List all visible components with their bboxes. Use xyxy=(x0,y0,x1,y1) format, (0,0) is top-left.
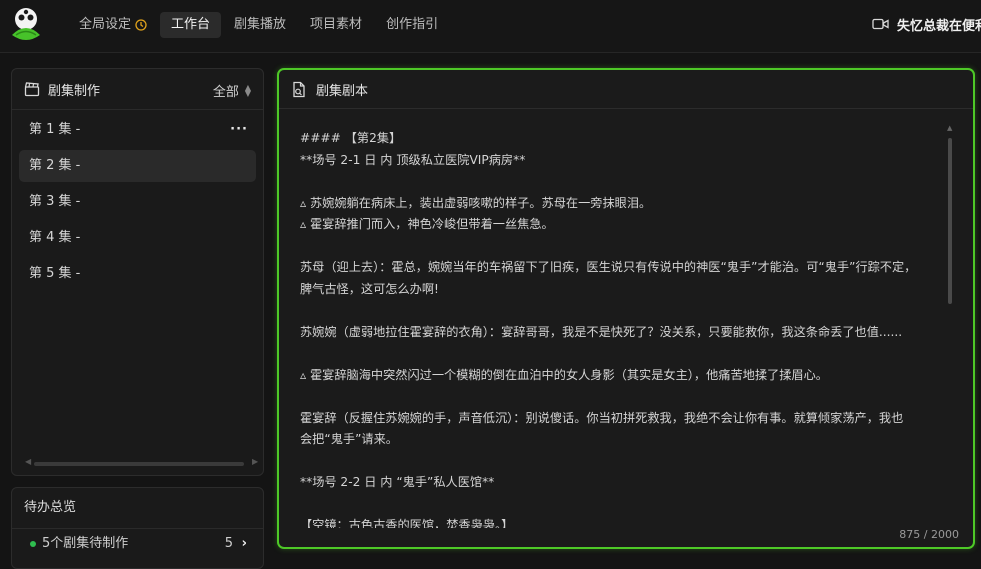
script-line xyxy=(300,171,936,193)
episode-label: 第 5 集 - xyxy=(29,266,81,281)
script-line: 苏婉婉（虚弱地拉住霍宴辞的衣角）：宴辞哥哥，我是不是快死了？没关系，只要能救你，… xyxy=(300,324,903,339)
project-title-text: 失忆总裁在便利 xyxy=(897,18,981,34)
nav-label: 创作指引 xyxy=(386,17,439,32)
script-line xyxy=(300,494,936,516)
todo-panel-title: 待办总览 xyxy=(12,488,263,529)
status-dot-icon xyxy=(30,540,36,547)
script-line: 苏母（迎上去）：霍总，婉婉当年的车祸留下了旧疾，医生说只有传说中的神医“鬼手”才… xyxy=(300,260,917,274)
script-line: ▵ 霍宴辞脑海中突然闪过一个模糊的倒在血泊中的女人身影（其实是女主），他痛苦地揉… xyxy=(300,367,828,382)
episode-list: 第 1 集 - ··· 第 2 集 - 第 3 集 - 第 4 集 - 第 5 … xyxy=(12,110,263,298)
vertical-scrollbar[interactable]: ▲ xyxy=(947,124,953,530)
character-counter: 875 / 2000 xyxy=(899,528,959,541)
script-line: 脾气古怪，这可怎么办啊! xyxy=(300,281,439,296)
script-editor[interactable]: #### 【第2集】 **场号 2-1 日 内 顶级私立医院VIP病房** ▵ 苏婉… xyxy=(300,128,936,528)
nav-label: 项目素材 xyxy=(310,17,363,32)
nav-label: 工作台 xyxy=(171,17,211,32)
todo-count: 5 xyxy=(224,536,233,551)
episode-panel: 剧集制作 全部 ▲ ▼ 第 1 集 - ··· 第 2 集 - 第 3 集 - 第… xyxy=(11,68,264,476)
nav-global-settings[interactable]: 全局设定 xyxy=(68,12,158,38)
nav-workbench[interactable]: 工作台 xyxy=(160,12,222,38)
script-line: ▵ 霍宴辞推门而入，神色冷峻但带着一丝焦急。 xyxy=(300,217,554,231)
episode-item[interactable]: 第 1 集 - ··· xyxy=(19,114,256,146)
nav-project-assets[interactable]: 项目素材 xyxy=(299,12,373,38)
clapperboard-icon xyxy=(24,81,40,97)
todo-item[interactable]: 5个剧集待制作 5 › xyxy=(12,529,263,559)
episode-item[interactable]: 第 5 集 - xyxy=(19,258,256,290)
episode-panel-title: 剧集制作 xyxy=(48,83,101,99)
script-panel: 剧集剧本 #### 【第2集】 **场号 2-1 日 内 顶级私立医院VIP病房*… xyxy=(277,68,975,549)
more-icon[interactable]: ··· xyxy=(230,114,248,146)
episode-label: 第 3 集 - xyxy=(29,194,81,209)
script-line: 【空镜：古色古香的医馆，焚香袅袅。】 xyxy=(300,518,514,528)
episode-label: 第 1 集 - xyxy=(29,122,81,137)
script-line: ▵ 苏婉婉躺在病床上，装出虚弱咳嗽的样子。苏母在一旁抹眼泪。 xyxy=(300,195,652,210)
main-nav: 全局设定 工作台 剧集播放 项目素材 创作指引 xyxy=(68,12,449,38)
todo-panel: 待办总览 5个剧集待制作 5 › xyxy=(11,487,264,569)
episode-item[interactable]: 第 3 集 - xyxy=(19,186,256,218)
script-panel-title: 剧集剧本 xyxy=(316,83,369,99)
script-line: 会把“鬼手”请来。 xyxy=(300,432,398,446)
episode-panel-header: 剧集制作 全部 ▲ ▼ xyxy=(12,69,263,110)
nav-episode-playback[interactable]: 剧集播放 xyxy=(223,12,297,38)
scrollbar-thumb[interactable] xyxy=(948,138,952,304)
chevron-right-icon: › xyxy=(241,536,247,551)
script-line xyxy=(300,451,936,473)
nav-label: 剧集播放 xyxy=(234,17,287,32)
scroll-right-icon[interactable]: ▶ xyxy=(252,457,258,466)
script-line: #### 【第2集】 xyxy=(300,131,402,145)
video-icon xyxy=(872,18,889,30)
script-line xyxy=(300,300,936,322)
nav-creation-guide[interactable]: 创作指引 xyxy=(375,12,449,38)
episode-item[interactable]: 第 2 集 - xyxy=(19,150,256,182)
scroll-left-icon[interactable]: ◀ xyxy=(25,457,31,466)
script-line: 霍宴辞（反握住苏婉婉的手，声音低沉）：别说傻话。你当初拼死救我，我绝不会让你有事… xyxy=(300,410,904,425)
episode-item[interactable]: 第 4 集 - xyxy=(19,222,256,254)
sort-icon: ▲ ▼ xyxy=(244,82,251,98)
nav-label: 全局设定 xyxy=(79,17,132,32)
top-bar: 全局设定 工作台 剧集播放 项目素材 创作指引 失忆总裁在便利 xyxy=(0,0,981,53)
document-icon xyxy=(291,81,307,98)
scroll-up-icon[interactable]: ▲ xyxy=(947,124,952,132)
project-title[interactable]: 失忆总裁在便利 xyxy=(872,14,981,34)
script-line xyxy=(300,236,936,258)
script-line: **场号 2-2 日 内 “鬼手”私人医馆** xyxy=(300,475,495,489)
episode-label: 第 4 集 - xyxy=(29,230,81,245)
todo-item-label: 5个剧集待制作 xyxy=(42,536,129,551)
script-panel-header: 剧集剧本 xyxy=(279,70,973,109)
horizontal-scrollbar[interactable] xyxy=(34,462,244,466)
app-logo[interactable] xyxy=(10,7,42,43)
filter-label: 全部 xyxy=(212,85,239,100)
script-line xyxy=(300,343,936,365)
episode-filter[interactable]: 全部 ▲ ▼ xyxy=(213,81,251,100)
episode-label: 第 2 集 - xyxy=(29,158,81,173)
clock-icon xyxy=(135,19,147,31)
script-line: **场号 2-1 日 内 顶级私立医院VIP病房** xyxy=(300,152,526,167)
script-line xyxy=(300,386,936,408)
